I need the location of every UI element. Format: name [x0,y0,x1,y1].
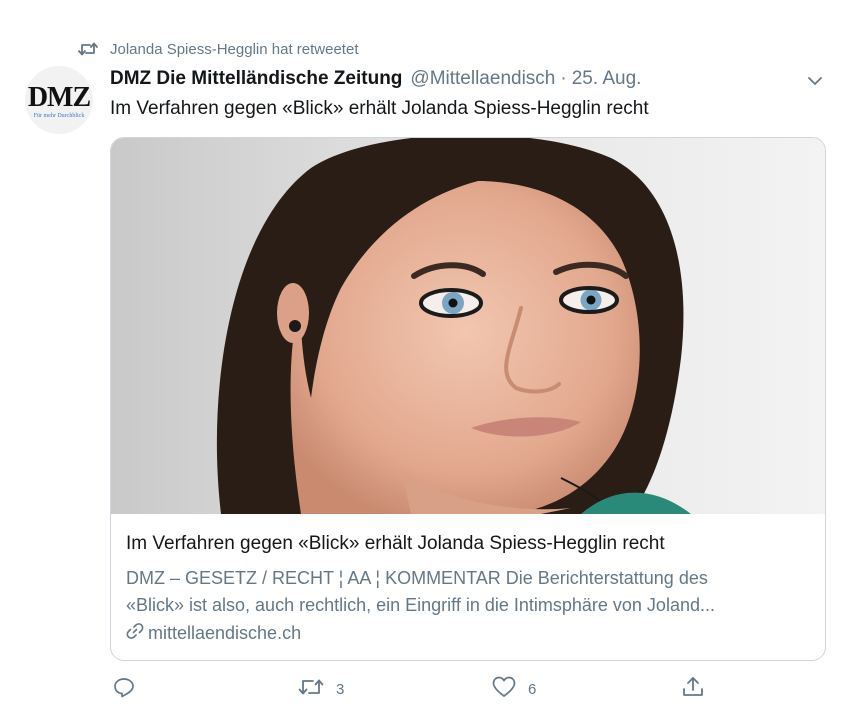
author-name[interactable]: DMZ Die Mittelländische Zeitung [110,68,402,90]
avatar-logo-subtext: Für mehr Durchblick [33,113,85,119]
card-description-line2: «Blick» ist also, auch rechtlich, ein Ei… [126,595,715,615]
tweet-date[interactable]: 25. Aug. [572,68,642,90]
author-handle[interactable]: @Mittellaendisch [410,68,555,90]
avatar[interactable]: DMZ Für mehr Durchblick [25,66,93,134]
retweet-icon [78,41,98,57]
header-separator: · [560,68,567,89]
retweet-label[interactable]: Jolanda Spiess-Hegglin hat retweetet [110,41,358,58]
card-domain-text[interactable]: mittellaendische.ch [148,623,301,644]
card-image[interactable] [111,138,825,514]
like-count: 6 [528,680,537,698]
tweet-header: DMZ Die Mittelländische Zeitung @Mittell… [110,68,641,94]
link-card[interactable]: Im Verfahren gegen «Blick» erhält Joland… [110,137,826,661]
retweet-count: 3 [336,680,345,698]
like-button[interactable]: 6 [492,676,536,702]
tweet[interactable]: Jolanda Spiess-Hegglin hat retweetet DMZ… [0,0,852,725]
tweet-text: Im Verfahren gegen «Blick» erhält Joland… [110,98,649,119]
share-icon [681,675,705,703]
retweet-button[interactable]: 3 [298,676,344,702]
link-icon [126,622,148,645]
reply-button[interactable] [113,676,147,702]
reply-icon [113,676,135,702]
card-description-line1: DMZ – GESETZ / RECHT ¦ AA ¦ KOMMENTAR Di… [126,568,708,588]
retweet-context: Jolanda Spiess-Hegglin hat retweetet [78,38,358,60]
tweet-actions: 3 6 [0,676,852,702]
heart-icon [492,676,516,702]
chevron-down-icon[interactable] [804,70,826,92]
card-description: DMZ – GESETZ / RECHT ¦ AA ¦ KOMMENTAR Di… [126,565,816,619]
avatar-logo-text: DMZ [27,82,91,113]
card-domain[interactable]: mittellaendische.ch [126,622,301,645]
share-button[interactable] [681,676,717,702]
retweet-action-icon [298,676,324,702]
card-title[interactable]: Im Verfahren gegen «Blick» erhält Joland… [126,533,665,555]
